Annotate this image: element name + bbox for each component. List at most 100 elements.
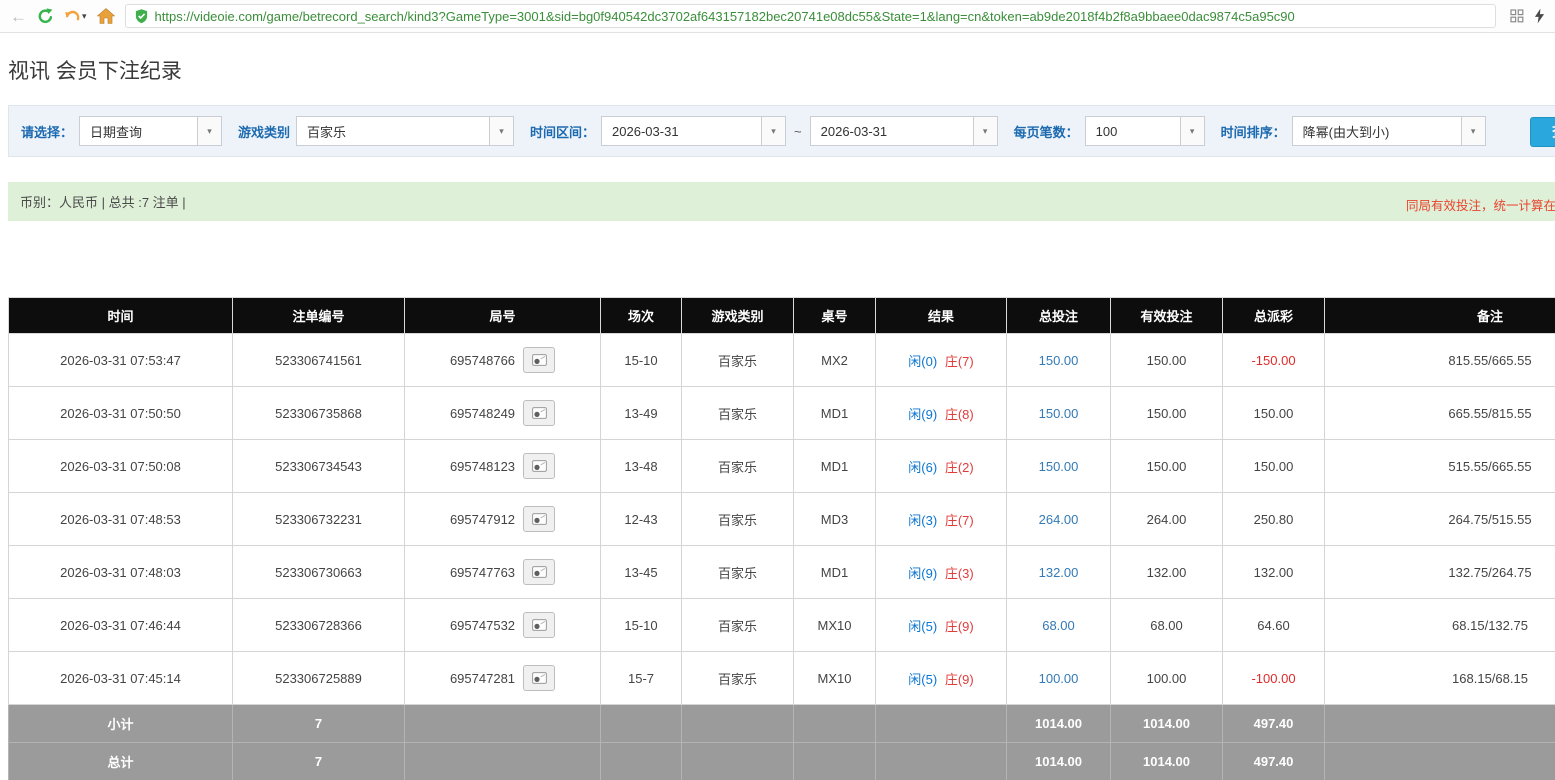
cell-remark: 665.55/815.55 <box>1324 386 1555 440</box>
address-bar[interactable]: https://videoie.com/game/betrecord_searc… <box>124 4 1496 28</box>
cell-round: 695748123 <box>404 439 601 493</box>
cell-round: 695748249 <box>404 386 601 440</box>
search-button[interactable]: 查询 <box>1530 117 1555 147</box>
refresh-icon[interactable] <box>37 7 54 25</box>
secure-shield-icon <box>134 8 149 24</box>
date-from-value: 2026-03-31 <box>612 123 679 139</box>
cell-table-no: MD1 <box>793 386 876 440</box>
page-size-group: 每页笔数： 100 ▾ <box>1014 116 1205 146</box>
game-type-label: 游戏类别 <box>238 124 291 140</box>
total-bet-link[interactable]: 264.00 <box>1039 512 1079 527</box>
cell-total-payout: 150.00 <box>1222 386 1325 440</box>
chevron-down-icon[interactable]: ▾ <box>1179 117 1204 145</box>
empty-cell <box>600 742 682 780</box>
cell-game-type: 百家乐 <box>681 545 794 599</box>
query-type-select[interactable]: 日期查询 ▾ <box>79 116 223 146</box>
chevron-down-icon[interactable]: ▾ <box>761 117 786 145</box>
col-header-table-no: 桌号 <box>793 297 876 334</box>
result-player: 闲(3) <box>908 512 938 528</box>
col-header-remark: 备注 <box>1324 297 1555 334</box>
toolbar-right-icons <box>1506 8 1545 24</box>
sort-group: 时间排序： 降幂(由大到小) ▾ <box>1221 116 1486 146</box>
home-icon[interactable] <box>96 8 115 24</box>
empty-cell <box>1324 742 1555 780</box>
cell-total-payout: 132.00 <box>1222 545 1325 599</box>
cell-table-no: MX2 <box>793 333 876 387</box>
apps-grid-icon[interactable] <box>1510 9 1524 23</box>
chevron-down-icon[interactable]: ▾ <box>972 117 997 145</box>
total-bet-link[interactable]: 150.00 <box>1039 353 1079 368</box>
table-row: 2026-03-31 07:46:44 523306728366 6957475… <box>8 598 1555 652</box>
browser-toolbar: ← ▾ https://videoie.com/game/betrecord_s… <box>0 0 1555 33</box>
undo-icon[interactable]: ▾ <box>64 9 87 24</box>
round-replay-button[interactable] <box>523 400 556 426</box>
cell-time: 2026-03-31 07:50:50 <box>8 386 233 440</box>
empty-cell <box>600 704 682 743</box>
cell-bet-id: 523306728366 <box>232 598 405 652</box>
cell-total-bet: 100.00 <box>1006 651 1111 705</box>
cell-bet-id: 523306734543 <box>232 439 405 493</box>
lightning-icon[interactable] <box>1534 8 1545 24</box>
col-header-result: 结果 <box>875 297 1007 334</box>
subtotal-total-bet: 1014.00 <box>1006 704 1111 743</box>
back-icon[interactable]: ← <box>10 8 27 25</box>
cell-bet-id: 523306735868 <box>232 386 405 440</box>
cell-time: 2026-03-31 07:50:08 <box>8 439 233 493</box>
empty-cell <box>1324 704 1555 743</box>
cell-table-no: MD1 <box>793 545 876 599</box>
replay-icon <box>531 407 547 419</box>
result-player: 闲(5) <box>908 671 938 687</box>
round-number: 695747532 <box>449 617 516 633</box>
round-replay-button[interactable] <box>523 665 556 691</box>
col-header-time: 时间 <box>8 297 233 334</box>
empty-cell <box>875 704 1007 743</box>
total-bet-link[interactable]: 150.00 <box>1039 459 1079 474</box>
result-player: 闲(0) <box>908 353 938 369</box>
chevron-down-icon[interactable]: ▾ <box>197 117 222 145</box>
cell-time: 2026-03-31 07:45:14 <box>8 651 233 705</box>
cell-round: 695747912 <box>404 492 601 546</box>
round-number: 695748123 <box>449 458 516 474</box>
date-from-select[interactable]: 2026-03-31 ▾ <box>601 116 787 146</box>
table-row: 2026-03-31 07:50:08 523306734543 6957481… <box>8 439 1555 493</box>
summary-bar: 币别：人民币 | 总共 :7 注单 | 同局有效投注，统一计算在该局第 <box>8 182 1555 221</box>
result-player: 闲(6) <box>908 459 938 475</box>
table-body: 2026-03-31 07:53:47 523306741561 6957487… <box>8 333 1555 705</box>
subtotal-label: 小计 <box>8 704 233 743</box>
cell-game-type: 百家乐 <box>681 492 794 546</box>
round-replay-button[interactable] <box>523 347 556 373</box>
game-type-select[interactable]: 百家乐 ▾ <box>296 116 515 146</box>
total-bet-link[interactable]: 68.00 <box>1042 618 1075 633</box>
cell-time: 2026-03-31 07:48:53 <box>8 492 233 546</box>
total-bet-link[interactable]: 150.00 <box>1039 406 1079 421</box>
cell-table-no: MD3 <box>793 492 876 546</box>
result-player: 闲(9) <box>908 406 938 422</box>
round-replay-button[interactable] <box>523 453 556 479</box>
cell-valid-bet: 150.00 <box>1110 439 1223 493</box>
chevron-down-icon[interactable]: ▾ <box>489 117 514 145</box>
sort-label: 时间排序： <box>1220 124 1286 140</box>
empty-cell <box>793 742 876 780</box>
result-banker: 庄(3) <box>944 565 974 581</box>
page-size-select[interactable]: 100 ▾ <box>1084 116 1205 146</box>
table-row: 2026-03-31 07:48:03 523306730663 6957477… <box>8 545 1555 599</box>
undo-dropdown-icon[interactable]: ▾ <box>82 11 87 22</box>
total-bet-link[interactable]: 100.00 <box>1039 671 1079 686</box>
page-title: 视讯 会员下注纪录 <box>8 60 182 83</box>
date-to-value: 2026-03-31 <box>820 123 888 139</box>
total-bet-link[interactable]: 132.00 <box>1039 565 1079 580</box>
cell-bet-id: 523306730663 <box>232 545 405 599</box>
date-to-select[interactable]: 2026-03-31 ▾ <box>809 116 998 146</box>
cell-total-bet: 68.00 <box>1006 598 1111 652</box>
query-type-value: 日期查询 <box>90 124 143 140</box>
cell-total-bet: 150.00 <box>1006 386 1111 440</box>
total-label: 总计 <box>8 742 233 780</box>
chevron-down-icon[interactable]: ▾ <box>1460 117 1485 145</box>
cell-remark: 68.15/132.75 <box>1324 598 1555 652</box>
replay-icon <box>531 513 547 525</box>
sort-select[interactable]: 降幂(由大到小) ▾ <box>1291 116 1486 146</box>
round-replay-button[interactable] <box>523 612 556 638</box>
round-replay-button[interactable] <box>523 559 556 585</box>
round-replay-button[interactable] <box>523 506 556 532</box>
cell-bet-id: 523306741561 <box>232 333 405 387</box>
